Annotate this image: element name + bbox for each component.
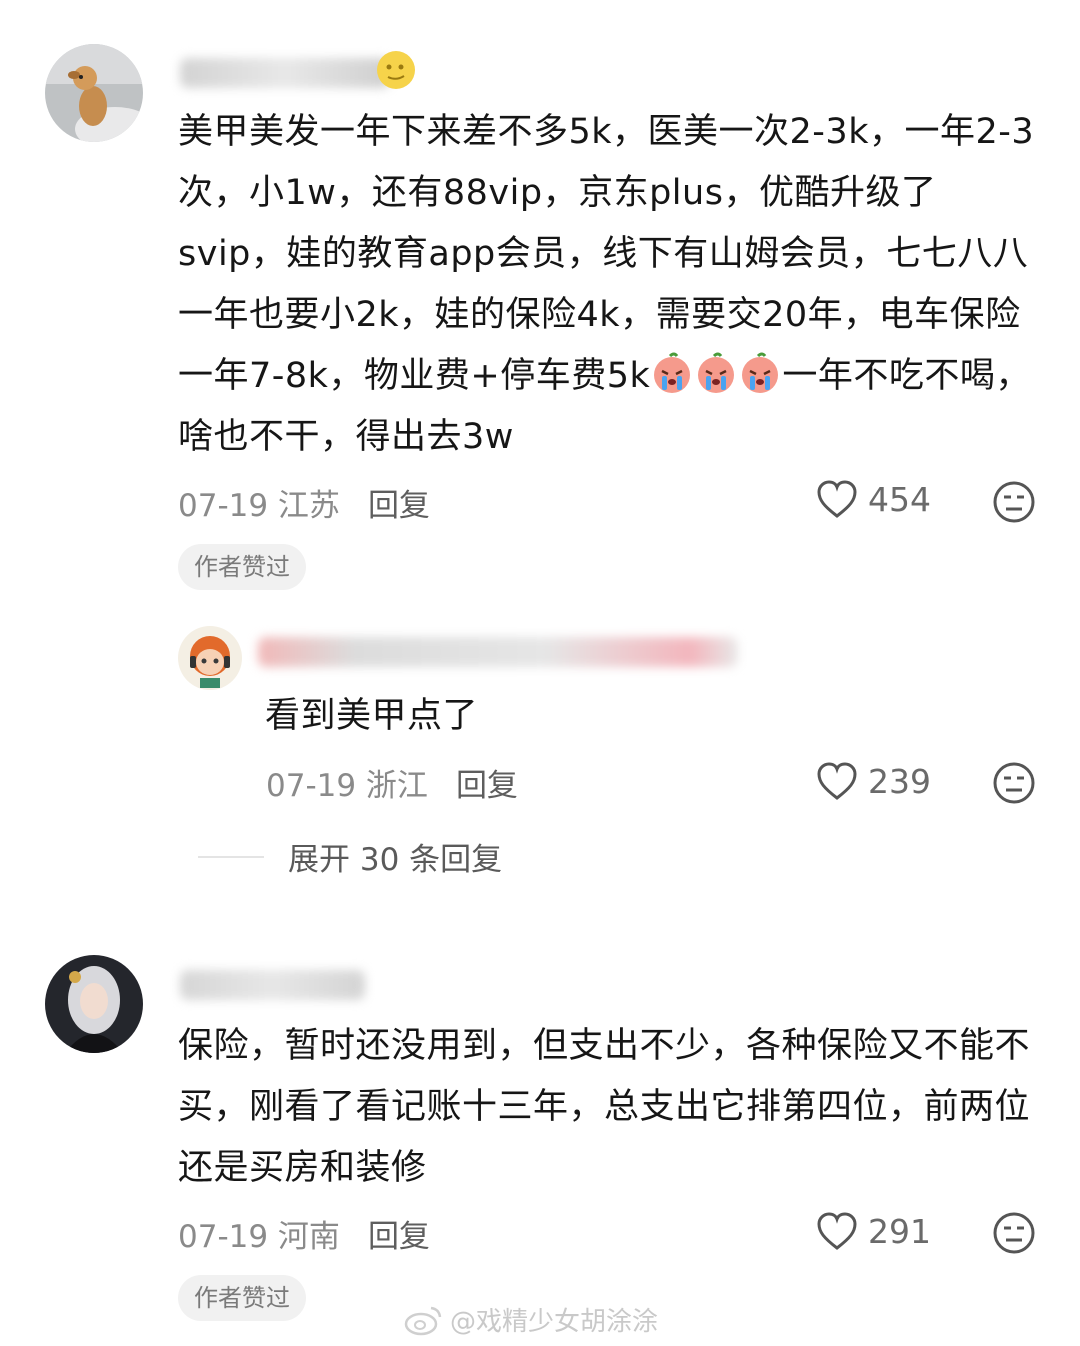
comment-meta: 07-19 河南 回复 [178, 1211, 430, 1256]
crying-emoji [694, 351, 738, 395]
author-liked-badge: 作者赞过 [178, 1275, 306, 1321]
like-button[interactable]: 239 [816, 761, 931, 801]
watermark-text: @戏精少女胡涂涂 [450, 1307, 659, 1337]
comment-meta: 07-19 江苏 回复 [178, 480, 430, 525]
like-count: 239 [868, 761, 931, 801]
avatar-cartoon-girl[interactable] [178, 626, 242, 690]
date-region: 07-19 江苏 [178, 488, 340, 524]
date-region: 07-19 浙江 [266, 768, 428, 804]
avatar-dog[interactable] [45, 44, 143, 142]
dislike-button[interactable] [992, 480, 1036, 528]
username-blurred[interactable] [180, 58, 390, 88]
moon-face-emoji [374, 48, 418, 96]
username-blurred[interactable] [180, 970, 365, 1000]
watermark: @戏精少女胡涂涂 [404, 1301, 658, 1338]
heart-icon [817, 480, 857, 518]
comment-text: 保险，暂时还没用到，但支出不少，各种保险又不能不买，刚看了看记账十三年，总支出它… [178, 1026, 1031, 1188]
reply-button[interactable]: 回复 [368, 1219, 430, 1255]
author-liked-badge: 作者赞过 [178, 544, 306, 590]
like-button[interactable]: 454 [816, 479, 931, 519]
crying-emoji [650, 351, 694, 395]
crying-emoji [738, 351, 782, 395]
like-count: 454 [868, 479, 931, 519]
date-region: 07-19 河南 [178, 1219, 340, 1255]
expand-replies-label: 展开 30 条回复 [288, 842, 503, 878]
reply-meta: 07-19 浙江 回复 [266, 760, 518, 805]
dislike-button[interactable] [992, 1211, 1036, 1259]
divider [198, 855, 264, 858]
like-button[interactable]: 291 [816, 1211, 931, 1251]
dislike-button[interactable] [992, 761, 1036, 809]
neutral-face-icon [993, 481, 1035, 523]
comment-text: 美甲美发一年下来差不多5k，医美一次2-3k，一年2-3次，小1w，还有88vi… [178, 112, 1035, 457]
reply-button[interactable]: 回复 [368, 488, 430, 524]
avatar-fantasy-woman[interactable] [45, 955, 143, 1053]
reply-text: 看到美甲点了 [265, 696, 479, 736]
weibo-logo-icon [404, 1306, 442, 1335]
like-count: 291 [868, 1211, 931, 1251]
heart-icon [817, 1212, 857, 1250]
reply-button[interactable]: 回复 [456, 768, 518, 804]
neutral-face-icon [993, 1212, 1035, 1254]
heart-icon [817, 762, 857, 800]
neutral-face-icon [993, 762, 1035, 804]
expand-replies-button[interactable]: 展开 30 条回复 [198, 834, 502, 879]
username-blurred[interactable] [258, 637, 738, 667]
